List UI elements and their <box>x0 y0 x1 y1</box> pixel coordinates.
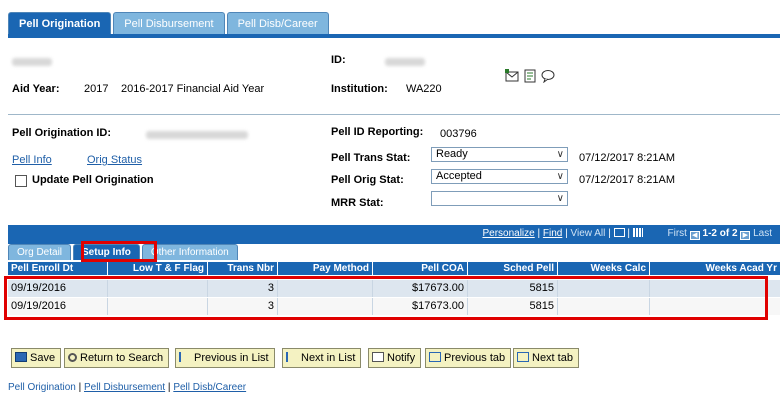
next-row-icon[interactable]: ▶ <box>740 231 751 240</box>
chevron-down-icon: ∨ <box>556 193 564 204</box>
aid-year-description: 2016-2017 Financial Aid Year <box>121 83 265 95</box>
column-trans-nbr[interactable]: Trans Nbr <box>208 262 278 275</box>
notepad-icon[interactable] <box>523 69 537 83</box>
pell-id-reporting-label: Pell ID Reporting: <box>331 126 424 138</box>
view-all-link[interactable]: View All <box>571 228 606 239</box>
envelope-icon[interactable] <box>505 69 519 83</box>
aid-year-label: Aid Year: <box>12 83 60 95</box>
previous-in-list-label: Previous in List <box>194 352 269 364</box>
next-in-list-button[interactable]: Next in List <box>282 348 362 368</box>
pell-orig-stat-label: Pell Orig Stat: <box>331 174 404 186</box>
setup-info-highlight <box>81 241 157 262</box>
footer-nav: Pell Origination | Pell Disbursement | P… <box>8 382 246 393</box>
aid-year-value: 2017 <box>84 83 109 95</box>
return-to-search-label: Return to Search <box>80 352 164 364</box>
grid-navigation: Personalize | Find | View All | | First … <box>482 228 772 240</box>
previous-in-list-button[interactable]: Previous in List <box>175 348 275 368</box>
column-weeks-acad-yr[interactable]: Weeks Acad Yr <box>650 262 780 275</box>
column-pay-method[interactable]: Pay Method <box>278 262 373 275</box>
pell-info-link[interactable]: Pell Info <box>12 154 52 166</box>
next-tab-icon <box>517 352 529 362</box>
pell-orig-stat-date: 07/12/2017 8:21AM <box>579 174 676 186</box>
pell-origination-id-label: Pell Origination ID: <box>12 127 112 139</box>
return-to-search-button[interactable]: Return to Search <box>64 348 170 368</box>
grid-view-icon[interactable] <box>632 228 643 237</box>
notify-icon <box>372 352 384 362</box>
previous-tab-button[interactable]: Previous tab <box>425 348 512 368</box>
column-pell-enroll-dt[interactable]: Pell Enroll Dt <box>8 262 108 275</box>
id-label: ID: <box>331 54 346 66</box>
section-divider <box>8 114 780 115</box>
rows-highlight <box>4 276 768 320</box>
personalize-link[interactable]: Personalize <box>482 228 534 239</box>
student-id-redacted <box>385 58 425 66</box>
chevron-down-icon: ∨ <box>556 171 564 182</box>
save-icon <box>15 352 27 362</box>
column-sched-pell[interactable]: Sched Pell <box>468 262 558 275</box>
last-link[interactable]: Last <box>753 228 772 239</box>
pell-trans-stat-date: 07/12/2017 8:21AM <box>579 152 676 164</box>
next-tab-label: Next tab <box>532 352 573 364</box>
mrr-stat-label: MRR Stat: <box>331 197 384 209</box>
institution-value: WA220 <box>406 83 442 95</box>
footer-pell-disbursement-link[interactable]: Pell Disbursement <box>84 382 165 393</box>
tab-pell-origination[interactable]: Pell Origination <box>8 12 112 34</box>
tab-pell-disbursement[interactable]: Pell Disbursement <box>113 12 225 34</box>
pell-orig-stat-value: Accepted <box>436 170 482 182</box>
tab-pell-disb-career[interactable]: Pell Disb/Career <box>226 12 329 34</box>
next-tab-button[interactable]: Next tab <box>513 348 579 368</box>
save-button[interactable]: Save <box>11 348 62 368</box>
student-name-redacted <box>12 58 52 66</box>
footer-current-page: Pell Origination <box>8 382 76 393</box>
chevron-down-icon: ∨ <box>556 149 564 160</box>
page-tabs: Pell Origination Pell Disbursement Pell … <box>8 12 329 34</box>
institution-label: Institution: <box>331 83 388 95</box>
pell-trans-stat-label: Pell Trans Stat: <box>331 152 411 164</box>
update-pell-origination-label: Update Pell Origination <box>32 174 154 186</box>
mrr-stat-select[interactable]: ∨ <box>431 191 568 206</box>
comment-bubble-icon[interactable] <box>541 69 555 84</box>
pell-trans-stat-select[interactable]: Ready ∨ <box>431 147 568 162</box>
notify-button[interactable]: Notify <box>368 348 422 368</box>
tab-rule <box>8 34 780 38</box>
save-button-label: Save <box>30 352 56 364</box>
find-link[interactable]: Find <box>543 228 562 239</box>
previous-tab-label: Previous tab <box>444 352 506 364</box>
column-low-t-f-flag[interactable]: Low T & F Flag <box>108 262 208 275</box>
grid-column-headers: Pell Enroll Dt Low T & F Flag Trans Nbr … <box>8 262 780 275</box>
download-icon[interactable] <box>613 228 625 237</box>
pell-id-reporting-value: 003796 <box>440 128 477 140</box>
search-icon <box>68 353 77 362</box>
footer-pell-disb-career-link[interactable]: Pell Disb/Career <box>173 382 246 393</box>
update-pell-origination-checkbox[interactable] <box>15 175 27 187</box>
row-range: 1-2 of 2 <box>702 228 738 239</box>
column-weeks-calc[interactable]: Weeks Calc <box>558 262 650 275</box>
pell-trans-stat-value: Ready <box>436 148 468 160</box>
pell-orig-stat-select[interactable]: Accepted ∨ <box>431 169 568 184</box>
previous-tab-icon <box>429 352 441 362</box>
first-link[interactable]: First <box>668 228 687 239</box>
arrow-down-list-icon <box>286 352 298 362</box>
orig-status-link[interactable]: Orig Status <box>87 154 142 166</box>
previous-row-icon[interactable]: ◀ <box>689 231 700 240</box>
notify-label: Notify <box>387 352 416 364</box>
arrow-up-list-icon <box>179 352 191 362</box>
pell-origination-id-redacted <box>146 131 248 139</box>
next-in-list-label: Next in List <box>301 352 356 364</box>
tab-org-detail[interactable]: Org Detail <box>8 244 72 260</box>
column-pell-coa[interactable]: Pell COA <box>373 262 468 275</box>
